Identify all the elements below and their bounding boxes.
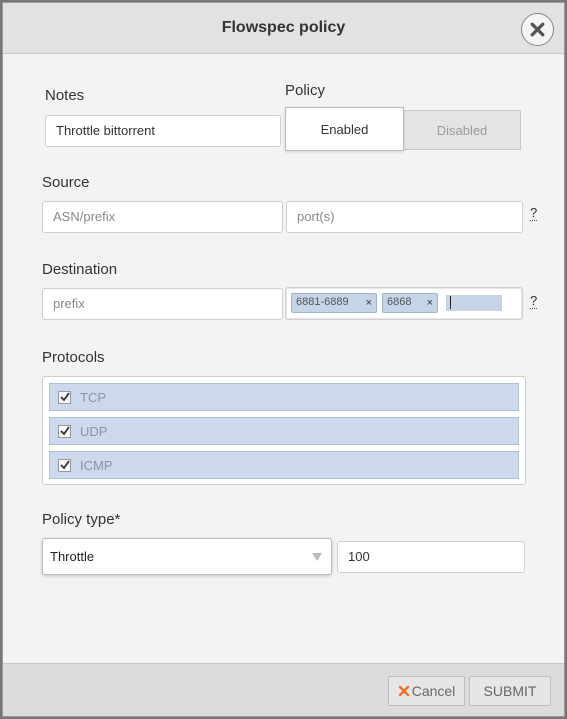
protocols-label: Protocols [42, 349, 105, 366]
port-tag-label: 6868 [387, 296, 412, 308]
notes-input[interactable]: Throttle bittorrent [45, 115, 281, 147]
source-label: Source [42, 174, 90, 191]
policy-label: Policy [285, 82, 326, 99]
source-prefix-input[interactable]: ASN/prefix [42, 201, 283, 233]
destination-help-link[interactable]: ? [530, 294, 538, 309]
protocol-option-udp[interactable]: UDP [49, 417, 519, 445]
protocol-label: ICMP [80, 457, 113, 473]
policy-type-label: Policy type* [42, 511, 121, 528]
close-button[interactable] [521, 13, 554, 46]
protocols-list: TCP UDP ICMP [42, 376, 526, 485]
protocol-label: TCP [80, 389, 106, 405]
policy-enabled-button[interactable]: Enabled [285, 107, 404, 151]
cancel-x-icon [398, 685, 409, 697]
policy-disabled-button[interactable]: Disabled [403, 110, 521, 150]
cancel-label: Cancel [411, 683, 456, 699]
dialog-title: Flowspec policy [221, 19, 346, 36]
rate-input[interactable]: 100 [337, 541, 525, 573]
checkbox[interactable] [58, 424, 71, 438]
dialog-titlebar: Flowspec policy [3, 3, 564, 54]
submit-button[interactable]: SUBMIT [469, 676, 551, 706]
port-tag-label: 6881-6889 [296, 296, 349, 308]
dialog-footer: Cancel SUBMIT [3, 663, 564, 716]
port-entry-field[interactable] [446, 295, 502, 311]
protocol-label: UDP [80, 423, 108, 439]
source-help-link[interactable]: ? [530, 206, 538, 221]
checkmark-icon [59, 460, 70, 470]
checkmark-icon [59, 426, 70, 436]
text-caret [450, 296, 451, 309]
checkbox[interactable] [58, 458, 71, 472]
remove-tag-icon[interactable]: × [366, 297, 372, 309]
chevron-down-icon [312, 553, 322, 561]
remove-tag-icon[interactable]: × [427, 297, 433, 309]
port-tag: 6881-6889 × [291, 293, 377, 313]
policy-type-value: Throttle [50, 549, 95, 564]
protocol-option-tcp[interactable]: TCP [49, 383, 519, 411]
policy-type-select[interactable]: Throttle [42, 538, 332, 575]
notes-label: Notes [45, 87, 85, 104]
source-ports-input[interactable]: port(s) [286, 201, 523, 233]
close-icon [530, 22, 545, 37]
destination-ports-tag-input[interactable]: 6881-6889 × 6868 × [285, 287, 523, 320]
cancel-button[interactable]: Cancel [388, 676, 465, 706]
flowspec-policy-dialog: Flowspec policy Notes Throttle bittorren… [2, 2, 565, 717]
port-tag: 6868 × [382, 293, 438, 313]
checkbox[interactable] [58, 390, 71, 404]
protocol-option-icmp[interactable]: ICMP [49, 451, 519, 479]
destination-prefix-input[interactable]: prefix [42, 288, 283, 320]
checkmark-icon [59, 392, 70, 402]
destination-label: Destination [42, 261, 118, 278]
